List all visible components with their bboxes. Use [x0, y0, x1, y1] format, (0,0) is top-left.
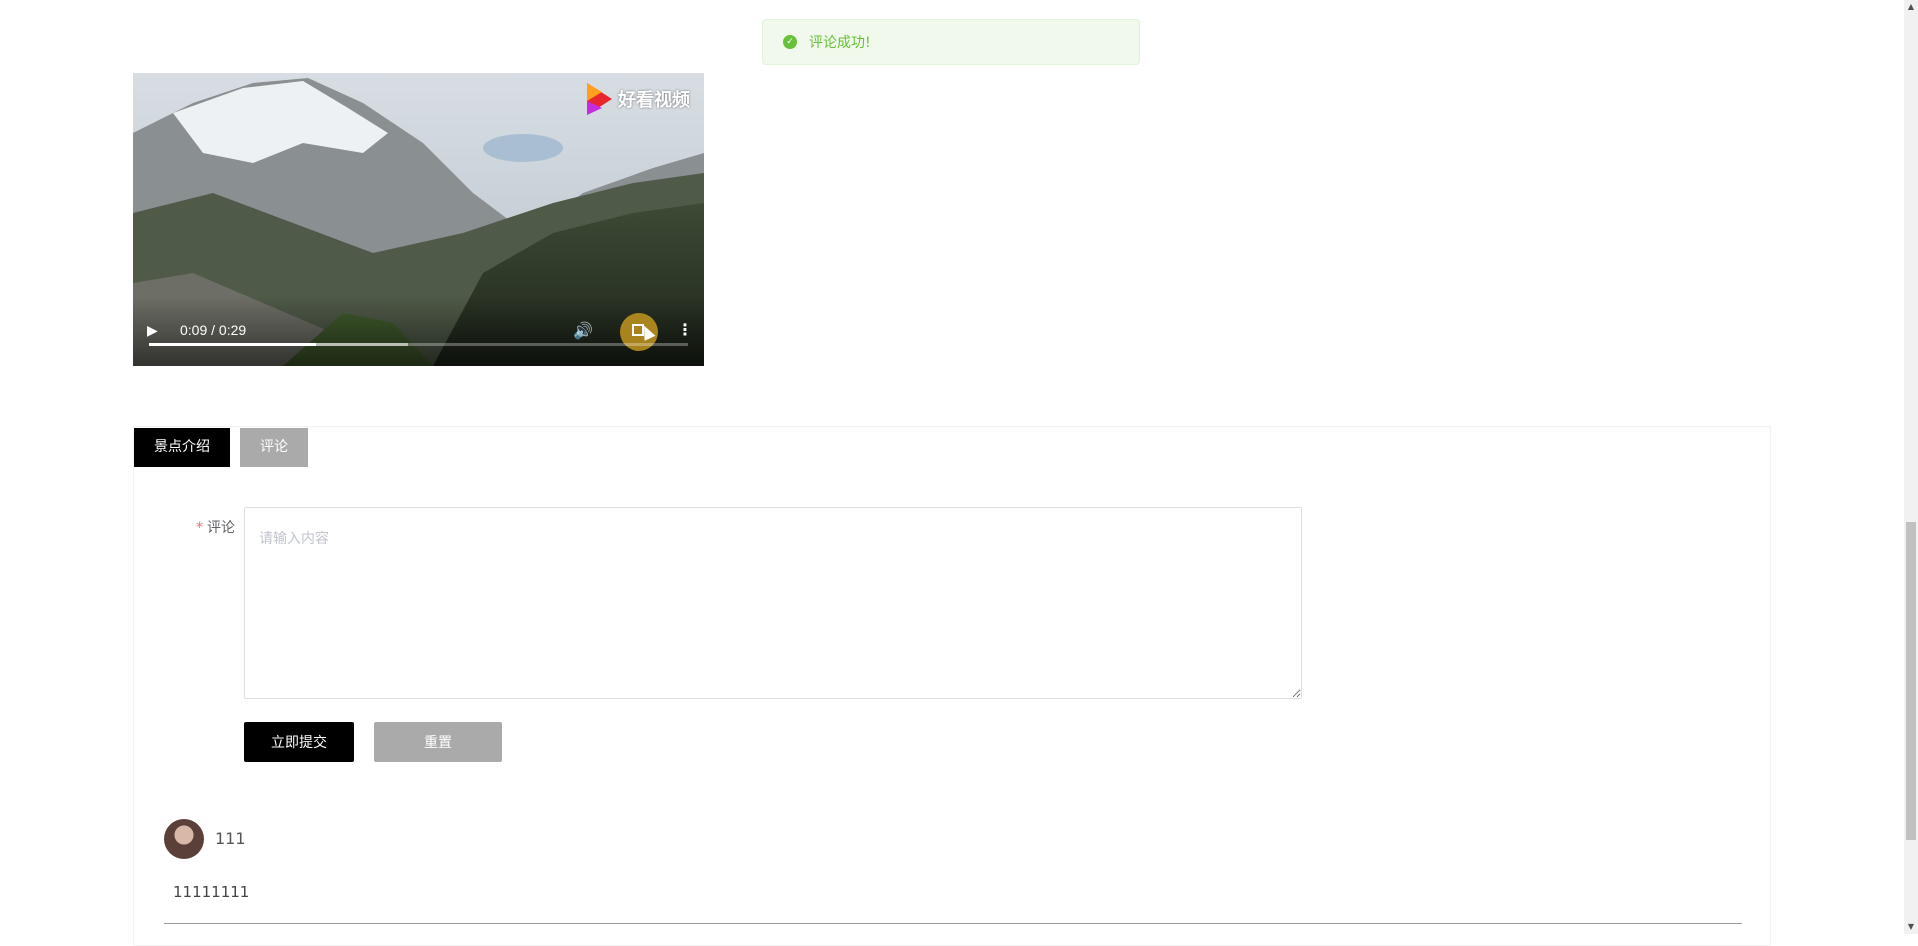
divider — [164, 923, 1742, 924]
tab-attraction-intro[interactable]: 景点介绍 — [134, 428, 230, 467]
video-controls: ▶ 0:09 / 0:29 🔊 ⋮ — [133, 296, 704, 366]
required-mark: * — [196, 520, 203, 536]
submit-button[interactable]: 立即提交 — [244, 722, 354, 762]
video-player[interactable]: 好看视频 ▶ 0:09 / 0:29 🔊 ⋮ — [133, 73, 704, 366]
play-icon[interactable]: ▶ — [147, 322, 165, 340]
volume-icon[interactable]: 🔊 — [573, 321, 593, 340]
video-progress-bar[interactable] — [149, 343, 688, 346]
tab-comments[interactable]: 评论 — [240, 428, 308, 467]
comment-label-text: 评论 — [207, 520, 235, 536]
more-options-icon[interactable]: ⋮ — [677, 320, 693, 339]
scroll-up-icon[interactable]: ▲ — [1904, 0, 1918, 14]
check-circle-icon: ✓ — [783, 35, 797, 49]
comment-label: * 评论 — [196, 517, 235, 537]
comment-textarea[interactable] — [244, 507, 1302, 699]
toast-message: 评论成功! — [809, 35, 871, 51]
content-panel: 景点介绍 评论 *评论 立即提交 重置 111 11111111 — [133, 426, 1771, 946]
scroll-down-icon[interactable]: ▼ — [1904, 920, 1918, 934]
watermark-logo: 好看视频 — [584, 81, 690, 117]
time-display: 0:09 / 0:29 — [180, 322, 247, 338]
comment-username: 111 — [215, 829, 246, 848]
comment-content: 11111111 — [173, 883, 250, 901]
success-toast: ✓ 评论成功! — [762, 19, 1140, 65]
watermark-text: 好看视频 — [618, 90, 690, 111]
scroll-thumb[interactable] — [1906, 522, 1916, 840]
page-scrollbar[interactable]: ▲ ▼ — [1904, 0, 1918, 934]
progress-played — [149, 343, 317, 346]
play-logo-icon — [587, 83, 612, 115]
avatar — [164, 819, 204, 859]
reset-button[interactable]: 重置 — [374, 722, 502, 762]
